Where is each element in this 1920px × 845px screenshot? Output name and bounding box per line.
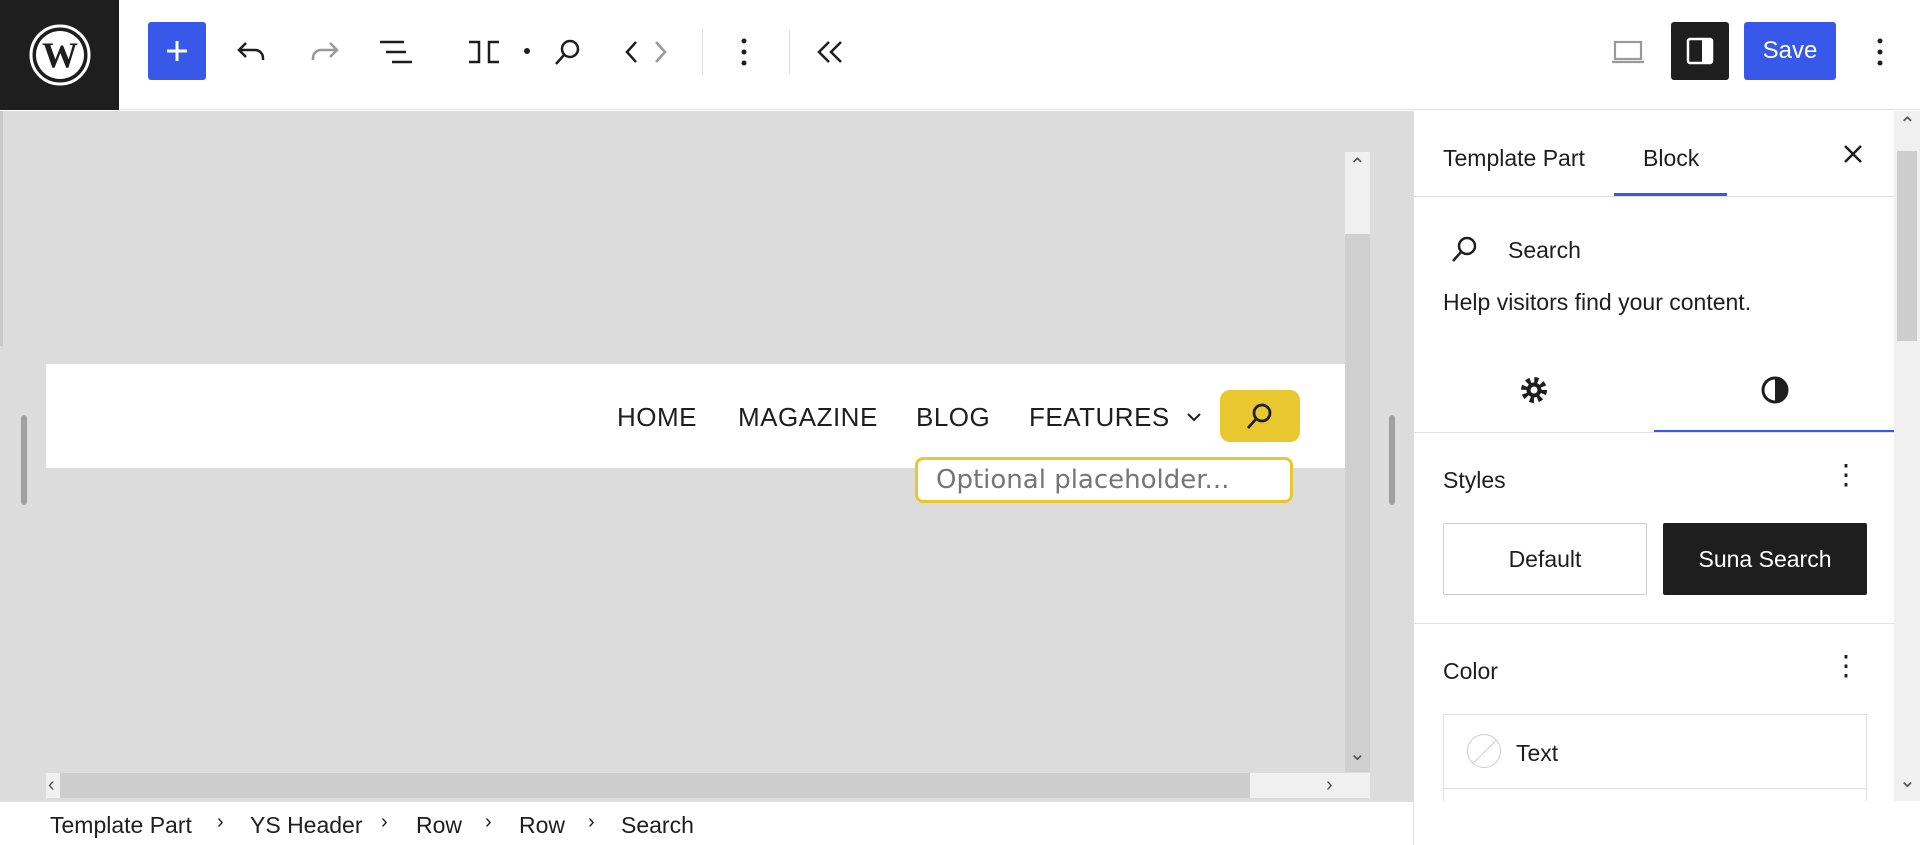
search-button[interactable]: [546, 30, 590, 74]
breadcrumb-item[interactable]: Template Part: [50, 812, 192, 839]
search-block-button[interactable]: [1220, 390, 1300, 442]
scroll-up-icon[interactable]: ⌃: [1349, 156, 1366, 176]
color-item-next[interactable]: [1443, 788, 1867, 801]
search-icon: [1450, 234, 1480, 269]
editor-header: W Save: [0, 0, 1920, 110]
block-card-title: Search: [1508, 237, 1581, 263]
block-breadcrumb: Template Part › YS Header › Row › Row › …: [0, 801, 1413, 845]
styles-options-icon[interactable]: ⋮: [1832, 461, 1860, 489]
template-part-icon: [469, 40, 499, 64]
device-preview-button[interactable]: [1606, 30, 1650, 74]
nav-item-home[interactable]: HOME: [617, 402, 697, 433]
code-icon: [625, 41, 667, 63]
sidebar-scrollbar[interactable]: ⌃ ⌄: [1894, 111, 1920, 801]
search-placeholder-field[interactable]: Optional placeholder...: [915, 457, 1293, 503]
breadcrumb-item[interactable]: Row: [519, 812, 565, 839]
toolbar-divider: [789, 30, 790, 74]
redo-button[interactable]: [302, 30, 346, 74]
separator-dot-icon: [522, 46, 532, 56]
close-icon[interactable]: [1841, 142, 1865, 171]
canvas-edge: [0, 111, 3, 346]
add-block-button[interactable]: [148, 22, 206, 80]
toolbar-divider: [702, 30, 703, 74]
redo-icon: [311, 42, 339, 60]
style-option-default[interactable]: Default: [1443, 523, 1647, 595]
scroll-down-icon[interactable]: ⌄: [1899, 771, 1916, 791]
color-item-text[interactable]: [1443, 714, 1867, 788]
settings-sidebar-icon: [1686, 37, 1714, 65]
left-resize-handle[interactable]: [21, 415, 27, 505]
styles-panel-title: Styles: [1443, 467, 1506, 493]
more-vertical-icon: [741, 38, 747, 66]
divider: [1414, 432, 1894, 433]
list-view-button[interactable]: [374, 30, 418, 74]
search-icon: [1246, 403, 1272, 429]
breadcrumb-item[interactable]: Search: [621, 812, 694, 839]
undo-icon: [237, 42, 265, 60]
collapse-icon: [817, 41, 842, 63]
chevron-right-icon: ›: [217, 811, 224, 833]
chevron-right-icon: ›: [588, 811, 595, 833]
breadcrumb-item[interactable]: Row: [416, 812, 462, 839]
desktop-icon: [1612, 40, 1644, 64]
list-view-icon: [380, 40, 412, 64]
tab-template-part[interactable]: Template Part: [1443, 145, 1585, 172]
settings-toggle-button[interactable]: [1671, 22, 1729, 80]
breadcrumb-item[interactable]: YS Header: [250, 812, 363, 839]
nav-item-features[interactable]: FEATURES: [1029, 402, 1170, 433]
search-icon: [555, 39, 580, 65]
color-options-icon[interactable]: ⋮: [1832, 652, 1860, 680]
style-option-suna-search[interactable]: Suna Search: [1663, 523, 1867, 595]
scroll-right-icon[interactable]: ›: [1326, 775, 1333, 795]
chevron-right-icon: ›: [485, 811, 492, 833]
more-options-button[interactable]: [1858, 30, 1902, 74]
more-vertical-icon: [1877, 38, 1883, 66]
scroll-down-icon[interactable]: ⌄: [1349, 744, 1366, 764]
divider: [1414, 623, 1894, 624]
nav-item-blog[interactable]: BLOG: [916, 402, 990, 433]
tab-block[interactable]: Block: [1643, 145, 1699, 172]
scroll-left-icon[interactable]: ‹: [48, 775, 55, 795]
undo-button[interactable]: [230, 30, 274, 74]
empty-color-swatch-icon: [1467, 734, 1501, 768]
svg-text:W: W: [42, 35, 78, 75]
collapse-button[interactable]: [808, 30, 852, 74]
chevron-down-icon[interactable]: [1186, 410, 1202, 428]
save-button[interactable]: Save: [1744, 22, 1836, 80]
code-editor-button[interactable]: [620, 30, 672, 74]
canvas-horizontal-scrollbar[interactable]: ‹ ›: [46, 773, 1370, 798]
divider: [1414, 196, 1894, 197]
contrast-icon[interactable]: [1760, 375, 1790, 410]
gear-icon[interactable]: [1519, 375, 1549, 410]
color-item-label: Text: [1516, 740, 1559, 766]
nav-item-magazine[interactable]: MAGAZINE: [738, 402, 878, 433]
canvas-vertical-scrollbar[interactable]: ⌃ ⌄: [1345, 152, 1370, 772]
wordpress-logo-icon[interactable]: W: [0, 0, 119, 110]
color-panel-title: Color: [1443, 658, 1498, 684]
chevron-right-icon: ›: [381, 811, 388, 833]
right-resize-handle[interactable]: [1389, 415, 1395, 505]
block-card-description: Help visitors find your content.: [1443, 289, 1752, 315]
scroll-up-icon[interactable]: ⌃: [1899, 115, 1916, 135]
template-part-button[interactable]: [462, 30, 506, 74]
plus-icon: [167, 41, 187, 61]
options-button[interactable]: [722, 30, 766, 74]
